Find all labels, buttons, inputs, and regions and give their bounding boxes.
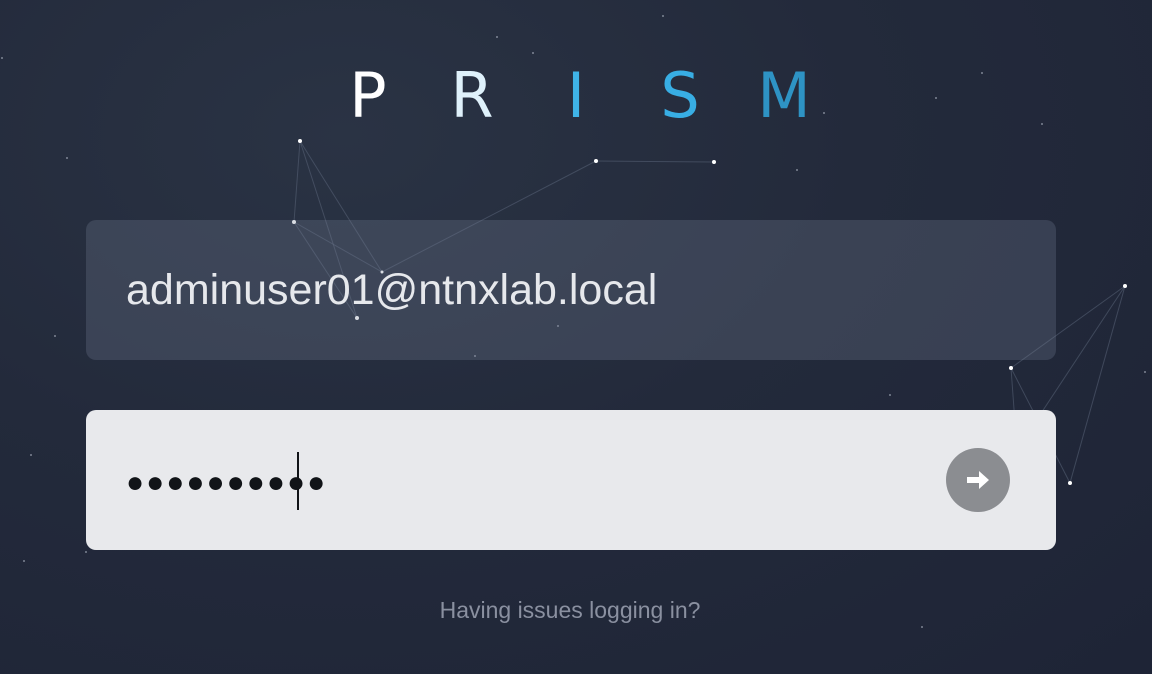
- logo-letter: P: [349, 59, 387, 132]
- login-help-link[interactable]: Having issues logging in?: [0, 594, 1140, 626]
- prism-logo: P R I S M: [0, 58, 1152, 134]
- login-submit-button[interactable]: [946, 448, 1010, 512]
- username-field[interactable]: adminuser01@ntnxlab.local: [86, 220, 1056, 360]
- logo-letter: R: [450, 59, 494, 132]
- username-value: adminuser01@ntnxlab.local: [126, 266, 658, 314]
- logo-letter: S: [660, 59, 700, 132]
- logo-letter: M: [757, 59, 811, 132]
- arrow-right-icon: [967, 471, 989, 489]
- text-caret: [297, 452, 299, 510]
- password-field[interactable]: ●●●●●●●●●●: [86, 410, 1056, 550]
- logo-letter: I: [566, 59, 586, 132]
